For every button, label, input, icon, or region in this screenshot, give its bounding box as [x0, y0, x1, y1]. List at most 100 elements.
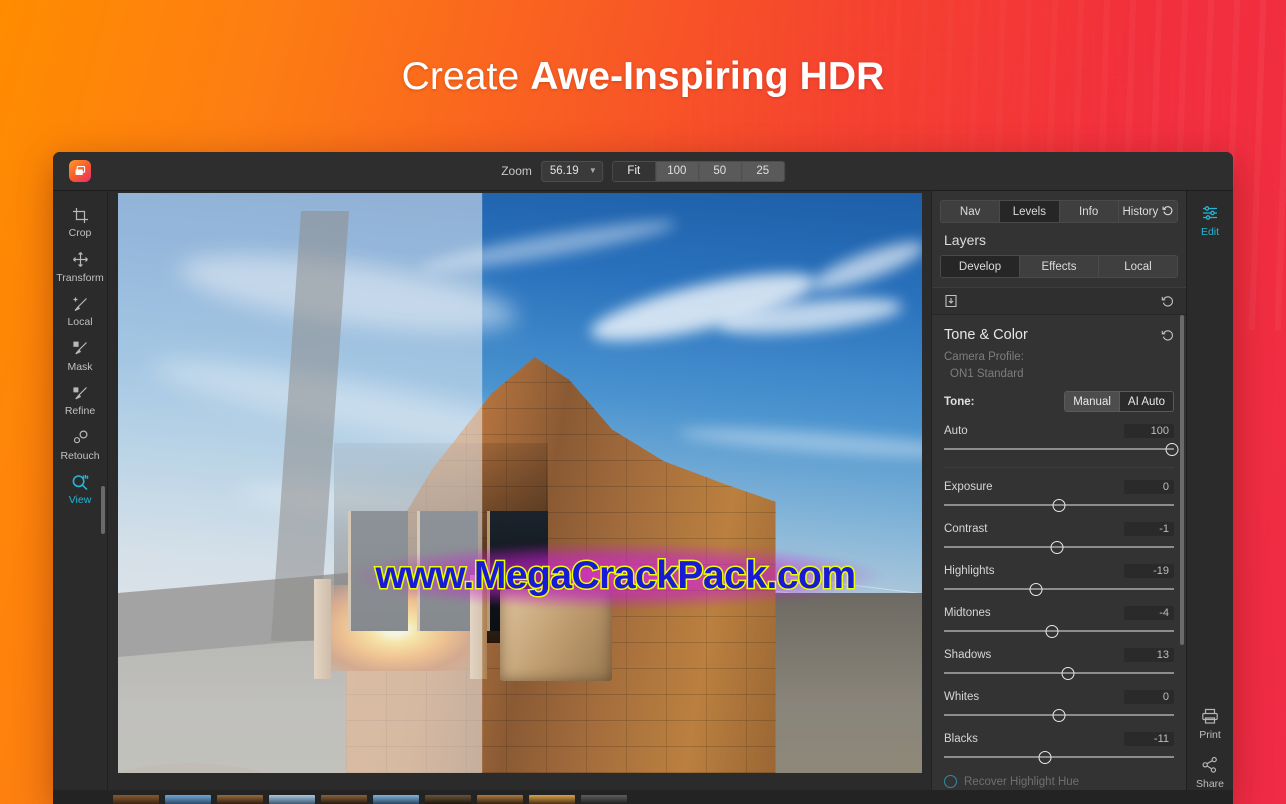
slider-midtones-value[interactable]: -4: [1124, 606, 1174, 620]
filmstrip-thumbnail[interactable]: [217, 795, 263, 804]
tool-crop[interactable]: Crop: [55, 205, 105, 239]
slider-contrast-knob[interactable]: [1050, 541, 1064, 554]
tab-info[interactable]: Info: [1059, 201, 1119, 222]
tab-nav-label: Nav: [959, 205, 981, 218]
zoom-select[interactable]: 56.19 ▼: [540, 160, 603, 182]
module-edit-label: Edit: [1200, 226, 1220, 238]
tone-mode-ai-auto[interactable]: AI Auto: [1119, 392, 1173, 411]
slider-exposure-track[interactable]: [944, 499, 1174, 512]
slider-contrast-value[interactable]: -1: [1124, 522, 1174, 536]
tool-view-label: View: [68, 494, 92, 506]
image-canvas[interactable]: www.MegaCrackPack.com: [108, 191, 931, 804]
tone-mode-manual[interactable]: Manual: [1065, 392, 1120, 411]
panel-tab-row: Nav Levels Info History: [940, 200, 1178, 223]
camera-profile-value[interactable]: ON1 Standard: [944, 363, 1174, 380]
filmstrip-thumbnail[interactable]: [477, 795, 523, 804]
filmstrip-thumbnail[interactable]: [581, 795, 627, 804]
reset-arrow-icon[interactable]: [1161, 295, 1174, 308]
slider-shadows-track[interactable]: [944, 667, 1174, 680]
mode-local[interactable]: Local: [1099, 256, 1177, 277]
zoom-preset-100[interactable]: 100: [655, 161, 699, 181]
slider-track-bar: [944, 756, 1174, 758]
checkbox-icon[interactable]: [944, 775, 957, 788]
slider-shadows-label: Shadows: [944, 649, 992, 661]
slider-exposure-value[interactable]: 0: [1124, 480, 1174, 494]
slider-auto-track[interactable]: [944, 443, 1179, 456]
mask-brush-icon: [72, 339, 89, 359]
right-panel: Nav Levels Info History Layers Develop E…: [931, 191, 1186, 804]
module-share[interactable]: Share: [1196, 755, 1224, 790]
slider-track-bar: [944, 630, 1174, 632]
application-body: Crop Transform Local Mask Refine Retouch…: [53, 191, 1233, 804]
slider-whites-track[interactable]: [944, 709, 1174, 722]
slider-whites-value[interactable]: 0: [1124, 690, 1174, 704]
filmstrip-thumbnail[interactable]: [165, 795, 211, 804]
tab-nav[interactable]: Nav: [941, 201, 1001, 222]
slider-shadows-value[interactable]: 13: [1124, 648, 1174, 662]
tab-history[interactable]: History: [1118, 201, 1177, 222]
slider-blacks-value[interactable]: -11: [1124, 732, 1174, 746]
tool-rail-scrollbar[interactable]: [101, 486, 105, 534]
tool-mask[interactable]: Mask: [55, 339, 105, 373]
module-rail-bottom-group: Print Share: [1196, 706, 1224, 790]
slider-exposure-knob[interactable]: [1052, 499, 1066, 512]
slider-midtones-track[interactable]: [944, 625, 1174, 638]
slider-shadows: Shadows 13: [944, 648, 1174, 680]
application-window: Zoom 56.19 ▼ Fit 100 50 25 Crop Transfor…: [53, 152, 1233, 804]
tool-refine[interactable]: Refine: [55, 383, 105, 417]
tool-retouch-label: Retouch: [60, 449, 100, 462]
zoom-preset-50[interactable]: 50: [698, 161, 742, 181]
mode-develop[interactable]: Develop: [941, 256, 1020, 277]
slider-blacks-knob[interactable]: [1038, 751, 1052, 764]
undo-arrow-icon: [1162, 205, 1173, 219]
slider-auto-value[interactable]: 100: [1124, 424, 1174, 438]
filmstrip-thumbnail[interactable]: [373, 795, 419, 804]
slider-contrast-track[interactable]: [944, 541, 1174, 554]
module-print[interactable]: Print: [1199, 706, 1221, 741]
tool-refine-label: Refine: [64, 405, 96, 417]
zoom-value: 56.19: [549, 165, 579, 177]
tool-local[interactable]: Local: [55, 294, 105, 328]
panel-scrollbar[interactable]: [1180, 315, 1184, 645]
slider-highlights-track[interactable]: [944, 583, 1174, 596]
slider-shadows-knob[interactable]: [1061, 667, 1075, 680]
tool-transform[interactable]: Transform: [55, 250, 105, 284]
share-nodes-icon: [1201, 755, 1219, 775]
slider-whites-knob[interactable]: [1052, 709, 1066, 722]
zoom-preset-25[interactable]: 25: [741, 161, 784, 181]
tone-color-section-header: Tone & Color: [944, 315, 1174, 351]
filmstrip-thumbnail[interactable]: [321, 795, 367, 804]
recover-highlight-hue-row[interactable]: Recover Highlight Hue: [944, 775, 1174, 788]
slider-blacks-label: Blacks: [944, 733, 978, 745]
slider-auto-head: Auto 100: [944, 424, 1174, 438]
slider-blacks-track[interactable]: [944, 751, 1174, 764]
filmstrip-thumbnail[interactable]: [425, 795, 471, 804]
tool-view[interactable]: View: [55, 472, 105, 506]
filmstrip-thumbnail[interactable]: [113, 795, 159, 804]
module-edit[interactable]: Edit: [1201, 203, 1219, 238]
flat-wash-layer-2: [117, 193, 482, 773]
mode-effects[interactable]: Effects: [1020, 256, 1099, 277]
sliders-icon: [1201, 203, 1219, 223]
tool-crop-label: Crop: [68, 227, 92, 239]
tool-retouch[interactable]: Retouch: [55, 428, 105, 462]
tone-row: Tone: Manual AI Auto: [944, 391, 1174, 412]
slider-highlights-value[interactable]: -19: [1124, 564, 1174, 578]
healing-circles-icon: [72, 428, 89, 448]
tab-levels[interactable]: Levels: [1000, 201, 1060, 222]
reset-arrow-icon[interactable]: [1161, 329, 1174, 342]
before-after-split-line[interactable]: [481, 193, 483, 773]
filmstrip[interactable]: [53, 790, 1233, 804]
tab-info-label: Info: [1079, 205, 1099, 218]
zoom-preset-fit[interactable]: Fit: [612, 161, 656, 181]
slider-highlights-knob[interactable]: [1029, 583, 1043, 596]
save-preset-icon[interactable]: [944, 294, 958, 308]
slider-track-bar: [944, 448, 1174, 450]
panel-scroll-area[interactable]: Tone & Color Camera Profile: ON1 Standar…: [932, 315, 1186, 804]
filmstrip-thumbnail[interactable]: [269, 795, 315, 804]
tool-mask-label: Mask: [67, 360, 93, 373]
slider-auto-knob[interactable]: [1165, 443, 1179, 456]
slider-midtones-knob[interactable]: [1045, 625, 1059, 638]
filmstrip-thumbnail[interactable]: [529, 795, 575, 804]
zoom-preset-group: Fit 100 50 25: [611, 160, 785, 182]
